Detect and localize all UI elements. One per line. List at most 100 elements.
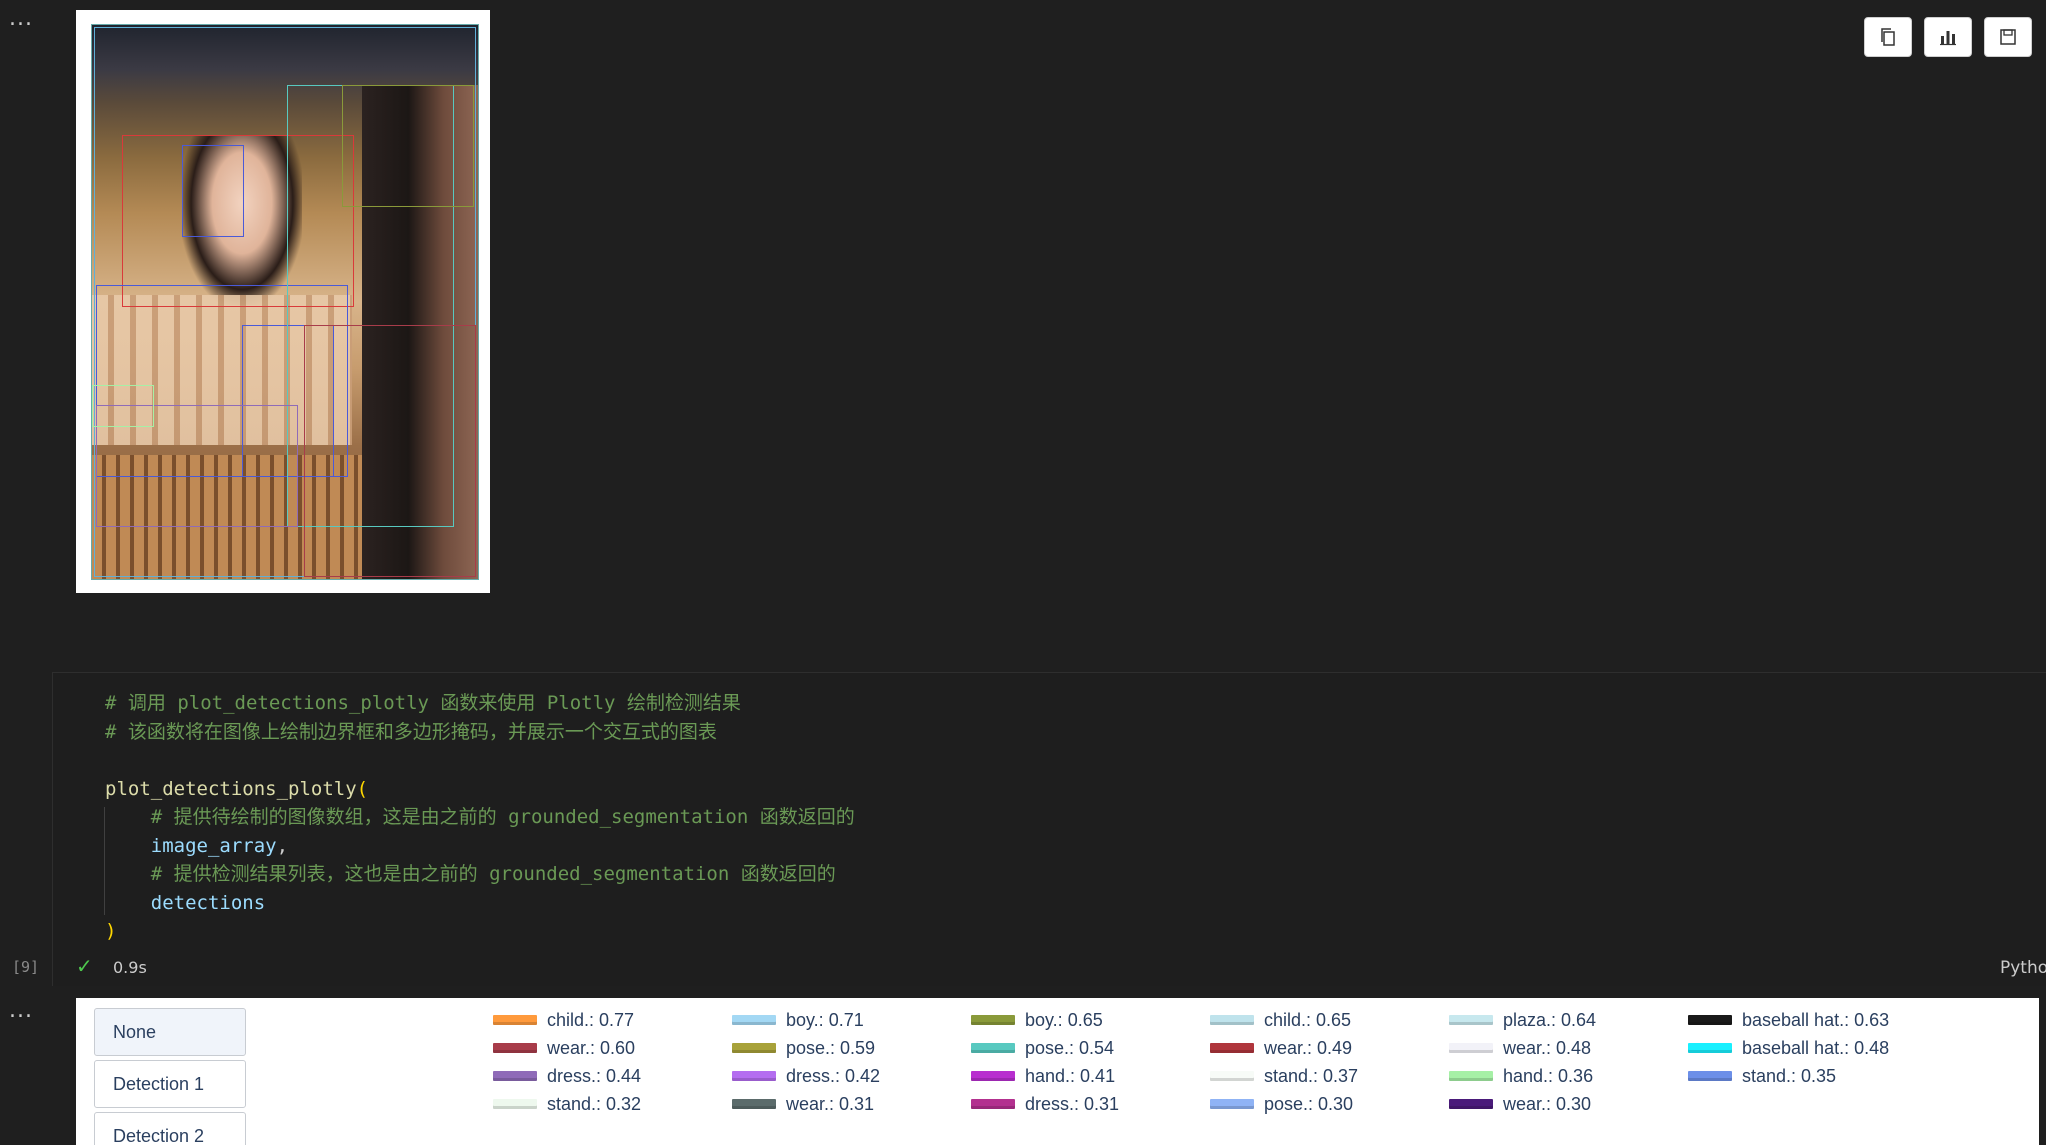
legend-swatch — [732, 1015, 776, 1025]
legend-label: baseball hat.: 0.63 — [1742, 1009, 1890, 1030]
legend-item[interactable]: child.: 0.65 — [1210, 1008, 1351, 1032]
legend-item[interactable]: hand.: 0.36 — [1449, 1064, 1593, 1088]
legend-label: baseball hat.: 0.48 — [1742, 1037, 1890, 1058]
plotly-output[interactable]: None Detection 1 Detection 2 child.: 0.7… — [76, 998, 2039, 1145]
code-line[interactable]: detections — [105, 889, 855, 918]
legend-swatch — [493, 1071, 537, 1081]
legend-label: plaza.: 0.64 — [1503, 1009, 1597, 1030]
legend-swatch — [732, 1099, 776, 1109]
legend-label: dress.: 0.42 — [786, 1065, 881, 1086]
legend-label: pose.: 0.30 — [1264, 1093, 1354, 1114]
legend-swatch — [1210, 1099, 1254, 1109]
code-line[interactable]: plot_detections_plotly( — [105, 775, 855, 804]
legend-item[interactable]: hand.: 0.41 — [971, 1064, 1115, 1088]
save-output-button[interactable] — [1984, 17, 2032, 57]
output-image-frame — [76, 10, 490, 593]
code-line[interactable]: ) — [105, 917, 855, 946]
code-line[interactable]: # 提供待绘制的图像数组，这是由之前的 grounded_segmentatio… — [105, 803, 855, 832]
legend-swatch — [1210, 1015, 1254, 1025]
legend-item[interactable]: dress.: 0.44 — [493, 1064, 641, 1088]
legend-label: boy.: 0.65 — [1025, 1009, 1103, 1030]
code-line[interactable]: image_array, — [105, 832, 855, 861]
legend-swatch — [732, 1071, 776, 1081]
legend-item[interactable]: child.: 0.77 — [493, 1008, 634, 1032]
button-detection-2[interactable]: Detection 2 — [94, 1112, 246, 1145]
legend-swatch — [971, 1043, 1015, 1053]
output-menu-icon[interactable]: ... — [9, 998, 33, 1023]
code-token: ) — [105, 920, 117, 942]
legend-label: pose.: 0.59 — [786, 1037, 876, 1058]
legend-item[interactable]: wear.: 0.30 — [1449, 1092, 1591, 1116]
legend-swatch — [1449, 1099, 1493, 1109]
legend-item[interactable]: pose.: 0.54 — [971, 1036, 1114, 1060]
legend-item[interactable]: baseball hat.: 0.63 — [1688, 1008, 1889, 1032]
button-none[interactable]: None — [94, 1008, 246, 1056]
legend-item[interactable]: wear.: 0.60 — [493, 1036, 635, 1060]
checkmark-icon: ✓ — [76, 954, 93, 978]
legend-item[interactable]: wear.: 0.49 — [1210, 1036, 1352, 1060]
code-token: # 提供检测结果列表，这也是由之前的 grounded_segmentation… — [150, 863, 836, 885]
legend-label: hand.: 0.36 — [1503, 1065, 1594, 1086]
kernel-label[interactable]: Pytho — [2000, 958, 2046, 978]
code-line[interactable]: # 该函数将在图像上绘制边界框和多边形掩码，并展示一个交互式的图表 — [105, 718, 855, 747]
legend-item[interactable]: baseball hat.: 0.48 — [1688, 1036, 1889, 1060]
code-token: image_array — [150, 834, 277, 857]
legend-item[interactable]: plaza.: 0.64 — [1449, 1008, 1596, 1032]
legend-swatch — [1449, 1043, 1493, 1053]
copy-output-button[interactable] — [1864, 17, 1912, 57]
legend-item[interactable]: boy.: 0.65 — [971, 1008, 1103, 1032]
legend-item[interactable]: wear.: 0.48 — [1449, 1036, 1591, 1060]
legend-item[interactable]: pose.: 0.59 — [732, 1036, 875, 1060]
legend-label: wear.: 0.48 — [1503, 1037, 1592, 1058]
legend-label: stand.: 0.35 — [1742, 1065, 1837, 1086]
cell-menu-icon[interactable]: ... — [9, 6, 33, 31]
legend-swatch — [971, 1071, 1015, 1081]
legend-item[interactable]: dress.: 0.31 — [971, 1092, 1119, 1116]
legend-item[interactable]: stand.: 0.32 — [493, 1092, 641, 1116]
detection-output-image — [91, 24, 479, 580]
legend-label: child.: 0.65 — [1264, 1009, 1352, 1030]
legend-label: dress.: 0.44 — [547, 1065, 642, 1086]
legend-label: wear.: 0.60 — [547, 1037, 636, 1058]
legend-item[interactable]: boy.: 0.71 — [732, 1008, 864, 1032]
legend-swatch — [493, 1015, 537, 1025]
code-line[interactable] — [105, 746, 855, 775]
execution-duration: 0.9s — [113, 958, 147, 977]
legend-label: stand.: 0.37 — [1264, 1065, 1359, 1086]
code-line[interactable]: # 提供检测结果列表，这也是由之前的 grounded_segmentation… — [105, 860, 855, 889]
code-token: # 该函数将在图像上绘制边界框和多边形掩码，并展示一个交互式的图表 — [105, 720, 717, 743]
legend-label: hand.: 0.41 — [1025, 1065, 1116, 1086]
legend-swatch — [1688, 1043, 1732, 1053]
code-token: plot_detections_plotly — [105, 777, 357, 800]
legend-item[interactable]: stand.: 0.37 — [1210, 1064, 1358, 1088]
legend-swatch — [732, 1043, 776, 1053]
legend-item[interactable]: wear.: 0.31 — [732, 1092, 874, 1116]
code-cell[interactable]: # 调用 plot_detections_plotly 函数来使用 Plotly… — [52, 672, 2046, 986]
legend-label: wear.: 0.49 — [1264, 1037, 1353, 1058]
legend-swatch — [1688, 1071, 1732, 1081]
chart-output-button[interactable] — [1924, 17, 1972, 57]
code-token: , — [276, 834, 289, 857]
code-token: # 提供待绘制的图像数组，这是由之前的 grounded_segmentatio… — [150, 806, 855, 828]
legend-label: dress.: 0.31 — [1025, 1093, 1120, 1114]
legend-item[interactable]: dress.: 0.42 — [732, 1064, 880, 1088]
code-token: detections — [150, 891, 266, 914]
legend-label: child.: 0.77 — [547, 1009, 635, 1030]
legend-item[interactable]: stand.: 0.35 — [1688, 1064, 1836, 1088]
legend-swatch — [1449, 1015, 1493, 1025]
legend-swatch — [1210, 1071, 1254, 1081]
legend-label: pose.: 0.54 — [1025, 1037, 1115, 1058]
code-line[interactable]: # 调用 plot_detections_plotly 函数来使用 Plotly… — [105, 689, 855, 718]
legend-label: wear.: 0.30 — [1503, 1093, 1592, 1114]
legend-label: boy.: 0.71 — [786, 1009, 864, 1030]
code-token: # 调用 plot_detections_plotly 函数来使用 Plotly… — [105, 692, 741, 714]
code-editor[interactable]: # 调用 plot_detections_plotly 函数来使用 Plotly… — [105, 689, 855, 946]
legend-item[interactable]: pose.: 0.30 — [1210, 1092, 1353, 1116]
legend-swatch — [971, 1099, 1015, 1109]
legend-label: wear.: 0.31 — [786, 1093, 875, 1114]
button-detection-1[interactable]: Detection 1 — [94, 1060, 246, 1108]
